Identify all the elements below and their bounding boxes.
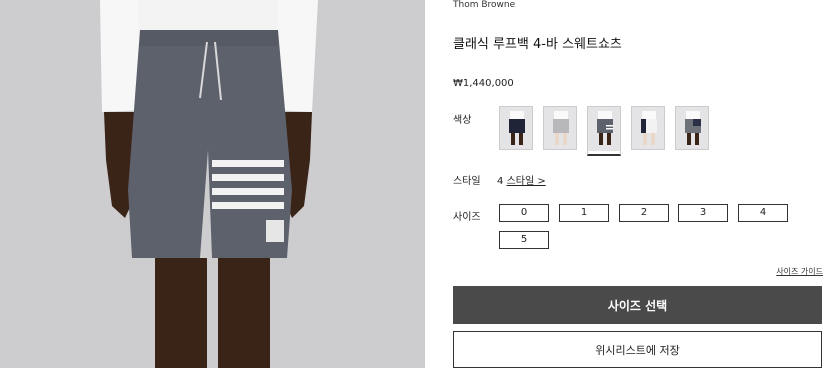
size-option-2[interactable]: 2 [619,204,669,222]
product-image [0,0,425,368]
size-option-5[interactable]: 5 [499,231,549,249]
select-size-button[interactable]: 사이즈 선택 [453,286,822,324]
swatch-navy-image [500,107,532,149]
swatch-light-grey[interactable] [543,106,577,150]
product-info-panel: Thom Browne 클래식 루프백 4-바 스웨트쇼츠 ₩1,440,000… [425,0,835,368]
style-label: 스타일 [453,176,481,187]
size-option-3[interactable]: 3 [678,204,728,222]
style-link[interactable]: 스타일 > [507,176,546,187]
color-swatches [499,106,709,156]
style-link-container: 4 스타일 > [497,172,546,187]
product-photo-illustration [0,0,425,368]
size-option-0[interactable]: 0 [499,204,549,222]
size-label: 사이즈 [453,212,481,223]
save-to-wishlist-button[interactable]: 위시리스트에 저장 [453,331,822,368]
size-guide-link[interactable]: 사이즈 가이드 [776,266,823,277]
swatch-medium-grey-image [588,107,620,151]
swatch-medium-grey[interactable] [587,106,621,156]
swatch-white-image [632,107,664,149]
swatch-grey-colorblock[interactable] [675,106,709,150]
swatch-white[interactable] [631,106,665,150]
brand-name[interactable]: Thom Browne [453,0,515,10]
swatch-navy[interactable] [499,106,533,150]
swatch-grey-colorblock-image [676,107,708,149]
color-label: 색상 [453,115,472,126]
size-option-1[interactable]: 1 [559,204,609,222]
size-option-4[interactable]: 4 [738,204,788,222]
product-title: 클래식 루프백 4-바 스웨트쇼츠 [453,37,622,52]
style-count: 4 [497,176,504,187]
swatch-light-grey-image [544,107,576,149]
product-price: ₩1,440,000 [453,78,514,89]
